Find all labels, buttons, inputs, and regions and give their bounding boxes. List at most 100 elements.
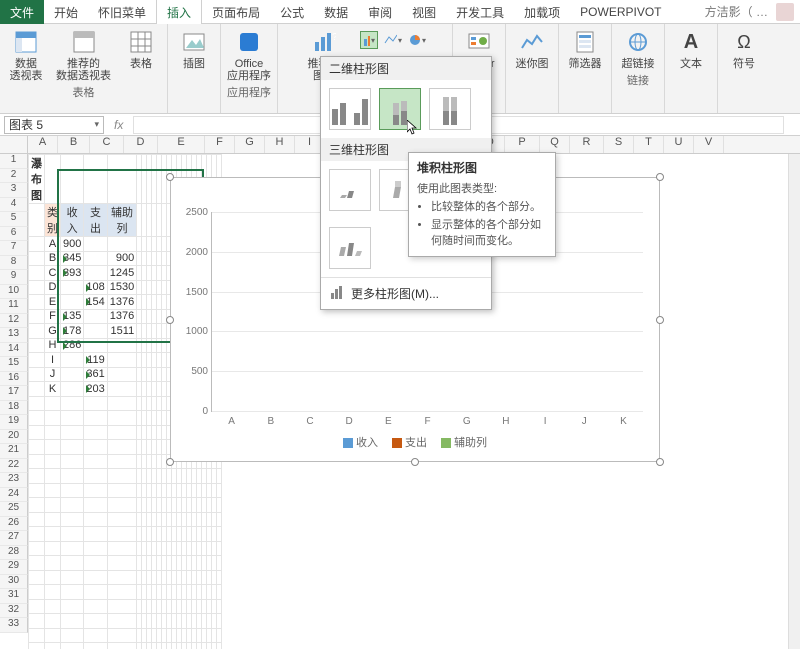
row-header-15[interactable]: 15 bbox=[0, 357, 28, 372]
menu-insert[interactable]: 插入 bbox=[156, 0, 202, 25]
legend-item-income[interactable]: 收入 bbox=[343, 434, 378, 450]
menu-classic[interactable]: 怀旧菜单 bbox=[88, 0, 156, 24]
row-header-1[interactable]: 1 bbox=[0, 154, 28, 169]
col-header-E[interactable]: E bbox=[158, 136, 205, 153]
vertical-scrollbar[interactable] bbox=[788, 154, 800, 649]
office-apps-button[interactable]: Office应用程序 bbox=[227, 28, 271, 82]
3d-column-option[interactable] bbox=[329, 227, 371, 269]
row-header-22[interactable]: 22 bbox=[0, 459, 28, 474]
illustrations-button[interactable]: 插图 bbox=[174, 28, 214, 70]
resize-handle[interactable] bbox=[166, 173, 174, 181]
row-header-33[interactable]: 33 bbox=[0, 618, 28, 633]
col-header-G[interactable]: G bbox=[235, 136, 265, 153]
slicer-button[interactable]: 筛选器 bbox=[565, 28, 605, 70]
row-header-6[interactable]: 6 bbox=[0, 227, 28, 242]
col-header-C[interactable]: C bbox=[90, 136, 124, 153]
ribbon-group-sparklines: 迷你图 bbox=[506, 24, 559, 113]
row-header-20[interactable]: 20 bbox=[0, 430, 28, 445]
row-header-13[interactable]: 13 bbox=[0, 328, 28, 343]
text-button[interactable]: A 文本 bbox=[671, 28, 711, 70]
y-tick: 1500 bbox=[176, 287, 208, 298]
sparkline-button[interactable]: 迷你图 bbox=[512, 28, 552, 70]
col-header-V[interactable]: V bbox=[694, 136, 724, 153]
more-column-charts[interactable]: 更多柱形图(M)... bbox=[321, 277, 491, 309]
row-header-14[interactable]: 14 bbox=[0, 343, 28, 358]
row-header-21[interactable]: 21 bbox=[0, 444, 28, 459]
row-header-26[interactable]: 26 bbox=[0, 517, 28, 532]
col-header-B[interactable]: B bbox=[58, 136, 90, 153]
menu-home[interactable]: 开始 bbox=[44, 0, 88, 24]
col-header-T[interactable]: T bbox=[634, 136, 664, 153]
row-header-24[interactable]: 24 bbox=[0, 488, 28, 503]
col-header-U[interactable]: U bbox=[664, 136, 694, 153]
col-header-D[interactable]: D bbox=[124, 136, 158, 153]
row-header-11[interactable]: 11 bbox=[0, 299, 28, 314]
row-header-18[interactable]: 18 bbox=[0, 401, 28, 416]
stacked-column-option[interactable] bbox=[379, 88, 421, 130]
row-header-28[interactable]: 28 bbox=[0, 546, 28, 561]
row-header-3[interactable]: 3 bbox=[0, 183, 28, 198]
100-stacked-column-option[interactable] bbox=[429, 88, 471, 130]
resize-handle[interactable] bbox=[166, 316, 174, 324]
row-header-8[interactable]: 8 bbox=[0, 256, 28, 271]
menu-view[interactable]: 视图 bbox=[402, 0, 446, 24]
user-name[interactable]: 方洁影（ … bbox=[705, 3, 776, 20]
legend-item-helper[interactable]: 辅助列 bbox=[441, 434, 487, 450]
col-header-Q[interactable]: Q bbox=[540, 136, 570, 153]
row-header-2[interactable]: 2 bbox=[0, 169, 28, 184]
col-header-S[interactable]: S bbox=[604, 136, 634, 153]
col-header-F[interactable]: F bbox=[205, 136, 235, 153]
name-box[interactable]: 图表 5 ▾ bbox=[4, 116, 104, 134]
resize-handle[interactable] bbox=[656, 316, 664, 324]
ribbon-group-apps: Office应用程序 应用程序 bbox=[221, 24, 278, 113]
menu-addins[interactable]: 加载项 bbox=[514, 0, 570, 24]
column-chart-dropdown[interactable]: ▾ bbox=[360, 31, 378, 49]
table-button[interactable]: 表格 bbox=[121, 28, 161, 82]
row-header-23[interactable]: 23 bbox=[0, 473, 28, 488]
menu-powerpivot[interactable]: POWERPIVOT bbox=[570, 1, 671, 22]
symbol-button[interactable]: Ω 符号 bbox=[724, 28, 764, 70]
pie-chart-dropdown[interactable]: ▾ bbox=[408, 31, 426, 49]
menu-page-layout[interactable]: 页面布局 bbox=[202, 0, 270, 24]
pivot-table-button[interactable]: 数据透视表 bbox=[6, 28, 46, 82]
menu-review[interactable]: 审阅 bbox=[358, 0, 402, 24]
chevron-down-icon[interactable]: ▾ bbox=[94, 119, 99, 130]
chart-legend[interactable]: 收入 支出 辅助列 bbox=[171, 434, 659, 450]
row-headers[interactable]: 1234567891011121314151617181920212223242… bbox=[0, 154, 28, 633]
row-header-7[interactable]: 7 bbox=[0, 241, 28, 256]
menu-file[interactable]: 文件 bbox=[0, 0, 44, 24]
row-header-29[interactable]: 29 bbox=[0, 560, 28, 575]
resize-handle[interactable] bbox=[656, 173, 664, 181]
3d-clustered-column-option[interactable] bbox=[329, 169, 371, 211]
row-header-27[interactable]: 27 bbox=[0, 531, 28, 546]
col-header-A[interactable]: A bbox=[28, 136, 58, 153]
col-header-H[interactable]: H bbox=[265, 136, 295, 153]
hyperlink-button[interactable]: 超链接 bbox=[618, 28, 658, 70]
resize-handle[interactable] bbox=[411, 458, 419, 466]
row-header-25[interactable]: 25 bbox=[0, 502, 28, 517]
row-header-31[interactable]: 31 bbox=[0, 589, 28, 604]
menu-data[interactable]: 数据 bbox=[314, 0, 358, 24]
row-header-5[interactable]: 5 bbox=[0, 212, 28, 227]
row-header-4[interactable]: 4 bbox=[0, 198, 28, 213]
row-header-30[interactable]: 30 bbox=[0, 575, 28, 590]
col-header-R[interactable]: R bbox=[570, 136, 604, 153]
row-header-16[interactable]: 16 bbox=[0, 372, 28, 387]
clustered-column-option[interactable] bbox=[329, 88, 371, 130]
resize-handle[interactable] bbox=[656, 458, 664, 466]
tooltip-line1: 使用此图表类型: bbox=[417, 180, 547, 196]
hyperlink-label: 超链接 bbox=[622, 58, 655, 70]
row-header-9[interactable]: 9 bbox=[0, 270, 28, 285]
row-header-32[interactable]: 32 bbox=[0, 604, 28, 619]
fx-icon[interactable]: fx bbox=[108, 118, 129, 132]
col-header-P[interactable]: P bbox=[505, 136, 540, 153]
row-header-17[interactable]: 17 bbox=[0, 386, 28, 401]
row-header-10[interactable]: 10 bbox=[0, 285, 28, 300]
legend-item-expense[interactable]: 支出 bbox=[392, 434, 427, 450]
line-chart-dropdown[interactable]: ▾ bbox=[384, 31, 402, 49]
menu-formulas[interactable]: 公式 bbox=[270, 0, 314, 24]
menu-developer[interactable]: 开发工具 bbox=[446, 0, 514, 24]
resize-handle[interactable] bbox=[166, 458, 174, 466]
recommended-pivot-button[interactable]: 推荐的数据透视表 bbox=[56, 28, 111, 82]
row-header-12[interactable]: 12 bbox=[0, 314, 28, 329]
